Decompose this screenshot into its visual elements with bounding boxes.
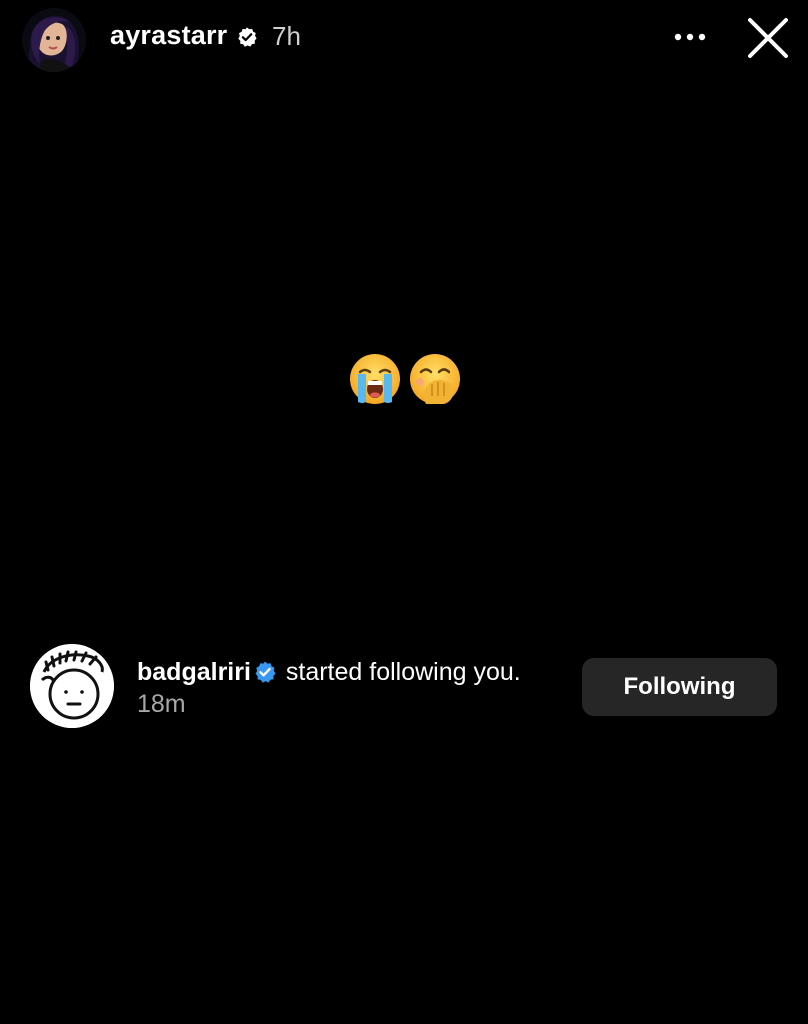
notification-timestamp: 18m — [137, 690, 186, 718]
profile-avatar[interactable] — [22, 8, 86, 72]
verified-badge-icon — [238, 27, 257, 47]
notification-username[interactable]: badgalriri — [137, 658, 251, 686]
close-icon — [748, 18, 788, 58]
following-button[interactable]: Following — [582, 658, 777, 716]
story-header: ayrastarr 7h — [0, 0, 808, 80]
notification-message: started following you. — [285, 658, 521, 686]
story-username[interactable]: ayrastarr — [110, 20, 227, 51]
notification-text: badgalriri started following you. 18m — [137, 656, 527, 720]
follow-notification[interactable]: badgalriri started following you. 18m Fo… — [0, 620, 808, 760]
verified-badge-icon — [255, 661, 276, 683]
notification-avatar[interactable] — [30, 644, 114, 728]
close-button[interactable] — [742, 12, 794, 64]
more-options-button[interactable] — [668, 22, 712, 52]
avatar-image — [22, 8, 86, 72]
story-timestamp: 7h — [272, 21, 301, 51]
story-content — [348, 352, 464, 408]
avatar-image — [30, 644, 114, 728]
face-with-hand-over-mouth-icon — [410, 354, 460, 404]
more-dots-icon — [674, 33, 706, 41]
loudly-crying-face-icon — [350, 354, 400, 404]
